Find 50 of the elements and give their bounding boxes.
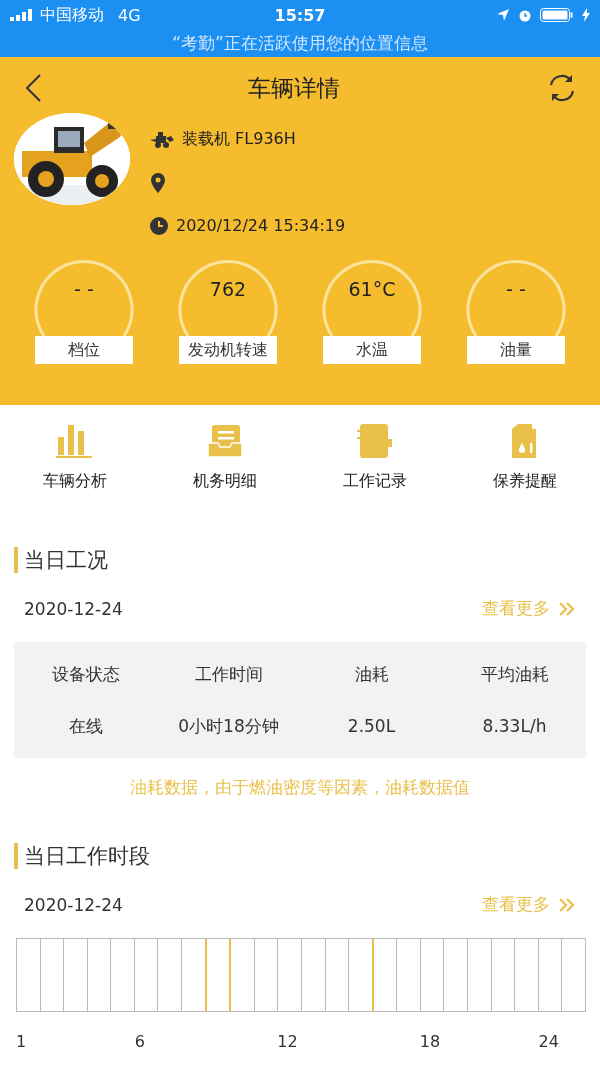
- battery-icon: [540, 8, 574, 22]
- signal-icon: [10, 9, 34, 21]
- double-chevron-icon: [558, 896, 576, 913]
- gauge-label: 发动机转速: [179, 336, 277, 364]
- gauge-value: - -: [506, 278, 526, 300]
- charging-bolt-icon: [582, 8, 590, 22]
- gauge-label: 水温: [323, 336, 421, 364]
- section-title: 当日工作时段: [14, 843, 586, 869]
- page-title: 车辆详情: [248, 73, 340, 103]
- shortcut-button[interactable]: 车辆分析: [15, 423, 135, 505]
- date-text: 2020-12-24: [24, 894, 123, 915]
- column-header: 设备状态: [50, 662, 121, 686]
- alarm-clock-icon: [518, 8, 532, 22]
- back-icon[interactable]: [24, 73, 42, 103]
- carrier-name: 中国移动: [40, 4, 104, 26]
- table-cell-text: 0小时18分钟: [177, 714, 280, 738]
- document-tray-icon: [206, 423, 244, 459]
- hour-label: 18: [419, 1032, 442, 1051]
- clock-time: 15:57: [274, 5, 326, 25]
- gauge-value: 61°C: [348, 278, 396, 300]
- network-type: 4G: [118, 5, 141, 25]
- loader-icon: [150, 131, 174, 148]
- vehicle-model: 装载机 FL936H: [182, 129, 296, 150]
- hour-label: 12: [277, 1032, 299, 1051]
- gauge-value: 762: [209, 278, 247, 300]
- table-cell-text: 在线: [67, 714, 104, 738]
- update-timestamp: 2020/12/24 15:34:19: [176, 216, 346, 235]
- gauge-value: - -: [74, 278, 94, 300]
- hour-label: 24: [538, 1032, 560, 1051]
- clock-icon: [150, 216, 168, 235]
- location-arrow-icon: [496, 8, 510, 22]
- shortcut-button[interactable]: 工作记录: [315, 423, 435, 505]
- hour-label: 6: [134, 1032, 146, 1051]
- column-header: 油耗: [353, 662, 390, 686]
- scrolling-notice: 油耗数据，由于燃油密度等因素，油耗数据值: [129, 776, 471, 799]
- table-cell-text: 2.50L: [346, 715, 397, 738]
- section-title: 当日工况: [14, 547, 586, 573]
- hour-label: 1: [16, 1032, 28, 1051]
- shortcut-button[interactable]: 保养提醒: [465, 423, 585, 505]
- shortcut-button[interactable]: 机务明细: [165, 423, 285, 505]
- notebook-icon: [356, 423, 394, 459]
- column-header: 平均油耗: [479, 662, 550, 686]
- gauge-label: 油量: [467, 336, 565, 364]
- gauge-label: 档位: [35, 336, 133, 364]
- location-pin-icon: [150, 172, 166, 193]
- column-header: 工作时间: [193, 662, 264, 686]
- table-cell-text: 8.33L/h: [481, 715, 548, 738]
- double-chevron-icon: [558, 600, 576, 617]
- bar-chart-icon: [56, 423, 94, 459]
- date-text: 2020-12-24: [24, 598, 123, 619]
